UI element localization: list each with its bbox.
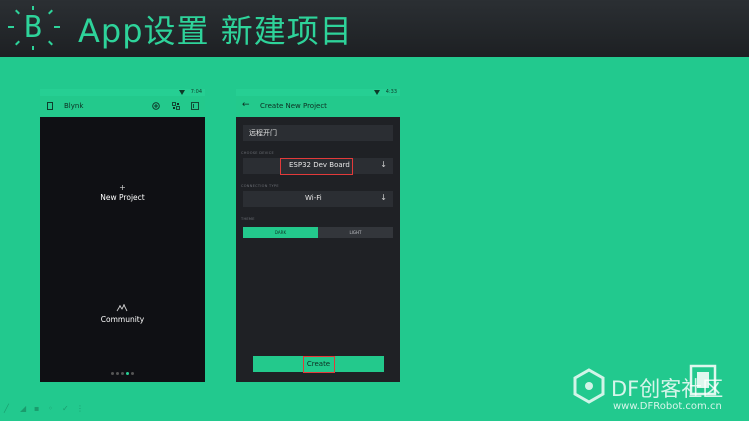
- slide-header: B App设置 新建项目: [0, 0, 749, 57]
- app-bar: ← Create New Project: [236, 96, 400, 117]
- page-dot: [111, 372, 114, 375]
- slide-title: App设置 新建项目: [78, 12, 353, 50]
- marker-icon[interactable]: ✓: [62, 405, 70, 413]
- qr-icon[interactable]: [172, 102, 180, 110]
- settings-icon[interactable]: [191, 102, 199, 110]
- logo-letter: B: [24, 10, 43, 45]
- new-project-button[interactable]: New Project: [40, 193, 205, 202]
- watermark-url: www.DFRobot.com.cn: [613, 401, 722, 412]
- page-indicator: [40, 360, 205, 379]
- wifi-icon: [374, 90, 380, 95]
- theme-dark-option[interactable]: DARK: [243, 227, 318, 238]
- community-button[interactable]: Community: [40, 315, 205, 324]
- dfrobot-watermark: DF创客社区 www.DFRobot.com.cn: [569, 356, 749, 421]
- page-dot-active: [126, 372, 129, 375]
- add-circle-icon[interactable]: [152, 102, 160, 110]
- phone-create-project-screen: 4:33 ← Create New Project 远程开门 CHOOSE DE…: [236, 89, 400, 382]
- status-time: 4:33: [385, 89, 397, 95]
- zoom-icon[interactable]: ◦: [48, 405, 56, 413]
- device-icon[interactable]: [46, 102, 54, 110]
- choose-device-label: CHOOSE DEVICE: [241, 151, 275, 155]
- back-arrow-icon[interactable]: ←: [242, 100, 250, 110]
- connection-type-label: CONNECTION TYPE: [241, 184, 279, 188]
- theme-light-option[interactable]: LIGHT: [318, 227, 393, 238]
- new-project-plus[interactable]: +: [40, 183, 205, 192]
- wifi-icon: [179, 90, 185, 95]
- page-dot: [116, 372, 119, 375]
- community-icon: [116, 303, 128, 312]
- app-bar: Blynk: [40, 96, 205, 117]
- connection-value: Wi-Fi: [305, 194, 322, 202]
- page-dot: [121, 372, 124, 375]
- app-title: Blynk: [64, 102, 84, 110]
- theme-label: THEME: [241, 217, 255, 221]
- highlight-create: [303, 356, 335, 373]
- status-time: 7:04: [190, 89, 202, 95]
- more-icon[interactable]: ⋮: [76, 405, 84, 413]
- presenter-toolbar: ╱ ◢ ▪ ◦ ✓ ⋮: [4, 402, 94, 416]
- dropdown-arrow-icon: ↓: [380, 193, 387, 202]
- project-name-input[interactable]: 远程开门: [243, 125, 393, 141]
- app-title: Create New Project: [260, 102, 327, 110]
- screen-icon[interactable]: ▪: [34, 405, 42, 413]
- status-bar: 4:33: [236, 89, 400, 96]
- dropdown-arrow-icon: ↓: [380, 160, 387, 169]
- watermark-brand: DF创客社区: [611, 377, 724, 401]
- connection-select[interactable]: Wi-Fi ↓: [243, 191, 393, 207]
- highlight-device: [280, 158, 353, 175]
- project-name-value: 远程开门: [249, 129, 277, 137]
- theme-toggle[interactable]: DARK LIGHT: [243, 227, 393, 238]
- pen-icon[interactable]: ╱: [4, 405, 12, 413]
- status-bar: 7:04: [40, 89, 205, 96]
- page-dot: [131, 372, 134, 375]
- blynk-logo: B: [8, 6, 60, 50]
- phone-home-screen: 7:04 Blynk + New Project Community: [40, 89, 205, 382]
- pointer-icon[interactable]: ◢: [20, 405, 28, 413]
- dfrobot-logo-icon: [573, 368, 605, 404]
